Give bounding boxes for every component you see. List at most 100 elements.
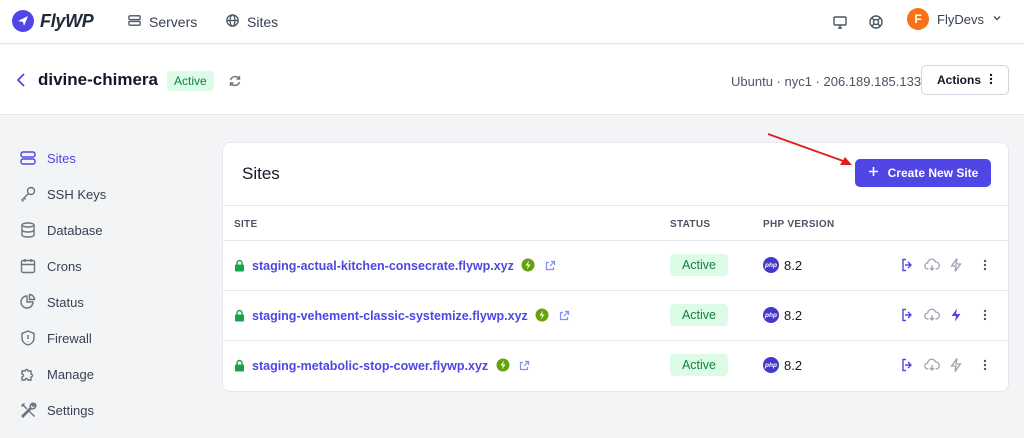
- status-badge: Active: [670, 354, 728, 376]
- help-icon[interactable]: [866, 12, 886, 32]
- cloud-download-icon[interactable]: [924, 257, 940, 273]
- sidebar-item-label: SSH Keys: [47, 186, 107, 202]
- site-domain: staging-vehement-classic-systemize.flywp…: [252, 309, 528, 323]
- cache-bolt-icon[interactable]: [948, 357, 964, 373]
- more-vertical-icon[interactable]: [977, 357, 993, 373]
- more-vertical-icon[interactable]: [977, 257, 993, 273]
- flywp-logo[interactable]: FlyWP: [12, 10, 94, 32]
- user-name: FlyDevs: [937, 11, 984, 27]
- sidebar-item-label: Firewall: [47, 330, 92, 346]
- avatar: F: [907, 8, 929, 30]
- create-new-site-label: Create New Site: [887, 166, 979, 180]
- php-version-value: 8.2: [784, 257, 803, 273]
- server-icon: [127, 13, 142, 31]
- php-version: php 8.2: [763, 307, 802, 323]
- sidebar-item-label: Sites: [47, 150, 76, 166]
- sites-icon: [18, 149, 37, 168]
- key-icon: [18, 185, 37, 204]
- sidebar-item-status[interactable]: Status: [18, 292, 84, 312]
- monitor-icon[interactable]: [830, 12, 850, 32]
- sidebar-item-database[interactable]: Database: [18, 220, 103, 240]
- status-badge: Active: [670, 254, 728, 276]
- sites-card: Sites Create New Site SITE STATUS PHP VE…: [222, 142, 1009, 392]
- php-version-value: 8.2: [784, 357, 803, 373]
- sidebar-item-label: Crons: [47, 258, 82, 274]
- sidebar-item-manage[interactable]: Manage: [18, 364, 94, 384]
- server-meta: Ubuntu · nyc1 · 206.189.185.133: [731, 74, 922, 89]
- php-logo-icon: php: [763, 257, 779, 273]
- database-icon: [18, 221, 37, 240]
- column-header-status: STATUS: [670, 219, 711, 230]
- column-header-php: PHP VERSION: [763, 219, 835, 230]
- table-row: staging-vehement-classic-systemize.flywp…: [223, 291, 1008, 341]
- more-vertical-icon: [989, 73, 993, 88]
- user-menu[interactable]: F FlyDevs: [907, 8, 1002, 30]
- external-link-icon[interactable]: [545, 260, 556, 274]
- column-header-site: SITE: [234, 219, 258, 230]
- sidebar-item-settings[interactable]: Settings: [18, 400, 94, 420]
- sidebar-item-label: Manage: [47, 366, 94, 382]
- login-icon[interactable]: [900, 307, 916, 323]
- site-link[interactable]: staging-actual-kitchen-consecrate.flywp.…: [252, 258, 556, 275]
- lock-icon: [234, 309, 245, 322]
- calendar-icon: [18, 257, 37, 276]
- server-status-badge: Active: [167, 71, 214, 91]
- site-domain: staging-metabolic-stop-cower.flywp.xyz: [252, 359, 489, 373]
- actions-label: Actions: [936, 73, 981, 87]
- sites-card-title: Sites: [242, 164, 280, 183]
- nav-sites-label: Sites: [247, 14, 279, 30]
- lock-icon: [234, 259, 245, 272]
- server-name: divine-chimera: [38, 70, 158, 89]
- nav-sites[interactable]: Sites: [225, 13, 278, 31]
- more-vertical-icon[interactable]: [977, 307, 993, 323]
- nav-servers[interactable]: Servers: [127, 13, 197, 31]
- refresh-icon[interactable]: [228, 74, 242, 88]
- sites-table-header: SITE STATUS PHP VERSION: [223, 205, 1008, 241]
- sidebar-item-crons[interactable]: Crons: [18, 256, 82, 276]
- php-logo-icon: php: [763, 357, 779, 373]
- logo-plane-icon: [12, 10, 34, 32]
- cache-bolt-icon[interactable]: [948, 307, 964, 323]
- status-badge: Active: [670, 304, 728, 326]
- globe-icon: [225, 13, 240, 31]
- logo-text: FlyWP: [40, 10, 94, 31]
- server-header: divine-chimera Active Ubuntu · nyc1 · 20…: [0, 45, 1024, 115]
- php-version: php 8.2: [763, 257, 802, 273]
- cloud-download-icon[interactable]: [924, 357, 940, 373]
- external-link-icon[interactable]: [559, 310, 570, 324]
- sidebar-item-label: Settings: [47, 402, 94, 418]
- table-row: staging-actual-kitchen-consecrate.flywp.…: [223, 241, 1008, 291]
- sidebar-item-label: Database: [47, 222, 103, 238]
- wordpress-bolt-icon: [496, 358, 510, 375]
- sidebar-item-firewall[interactable]: Firewall: [18, 328, 92, 348]
- table-row: staging-metabolic-stop-cower.flywp.xyz A…: [223, 341, 1008, 391]
- top-navbar: FlyWP Servers Sites F FlyDevs: [0, 0, 1024, 44]
- tools-icon: [18, 401, 37, 420]
- php-version: php 8.2: [763, 357, 802, 373]
- php-logo-icon: php: [763, 307, 779, 323]
- shield-icon: [18, 329, 37, 348]
- puzzle-icon: [18, 365, 37, 384]
- sidebar-item-ssh-keys[interactable]: SSH Keys: [18, 184, 106, 204]
- site-link[interactable]: staging-vehement-classic-systemize.flywp…: [252, 308, 570, 325]
- plus-icon: [868, 166, 879, 180]
- wordpress-bolt-icon: [521, 258, 535, 275]
- actions-button[interactable]: Actions: [921, 65, 1009, 95]
- back-arrow-icon[interactable]: [14, 71, 30, 89]
- pie-chart-icon: [18, 293, 37, 312]
- nav-servers-label: Servers: [149, 14, 198, 30]
- login-icon[interactable]: [900, 357, 916, 373]
- cloud-download-icon[interactable]: [924, 307, 940, 323]
- sidebar-item-label: Status: [47, 294, 84, 310]
- site-domain: staging-actual-kitchen-consecrate.flywp.…: [252, 259, 514, 273]
- site-link[interactable]: staging-metabolic-stop-cower.flywp.xyz: [252, 358, 530, 375]
- lock-icon: [234, 359, 245, 372]
- php-version-value: 8.2: [784, 307, 803, 323]
- chevron-down-icon: [992, 10, 1002, 28]
- sidebar-item-sites[interactable]: Sites: [18, 148, 76, 168]
- create-new-site-button[interactable]: Create New Site: [855, 159, 991, 187]
- login-icon[interactable]: [900, 257, 916, 273]
- wordpress-bolt-icon: [535, 308, 549, 325]
- external-link-icon[interactable]: [519, 360, 530, 374]
- cache-bolt-icon[interactable]: [948, 257, 964, 273]
